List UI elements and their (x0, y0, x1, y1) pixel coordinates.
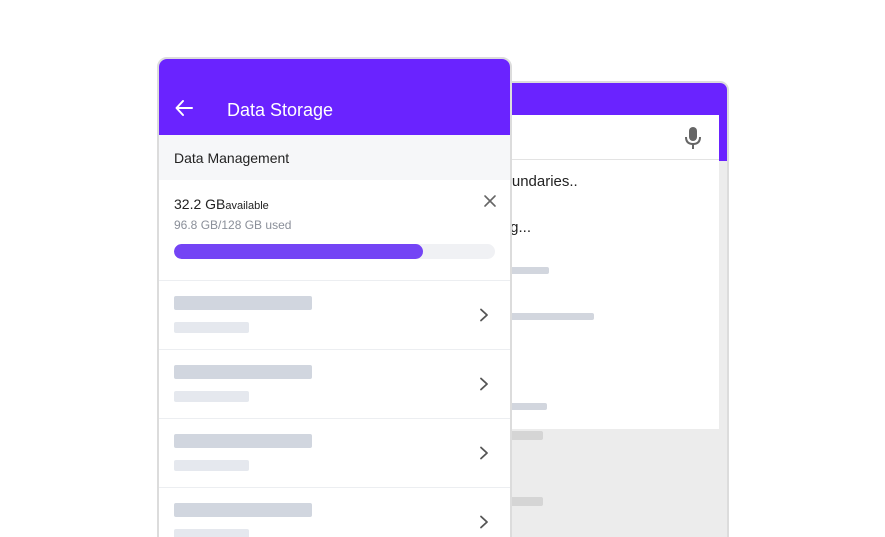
placeholder-title (174, 365, 312, 379)
placeholder-subtitle (174, 322, 249, 333)
available-label: available (225, 200, 269, 212)
back-arrow-icon[interactable] (175, 99, 193, 117)
placeholder-title (174, 503, 312, 517)
search-input[interactable] (486, 115, 719, 160)
search-screen-card: r boundaries.. rying... (484, 81, 729, 537)
storage-progress-fill (174, 244, 424, 259)
available-storage: 32.2 GBavailable (174, 196, 269, 212)
list-item[interactable] (159, 281, 510, 350)
available-value: 32.2 GB (174, 196, 226, 212)
data-storage-card: Data Storage Data Management 32.2 GBavai… (157, 57, 512, 537)
chevron-right-icon (480, 446, 488, 460)
page-title: Data Storage (227, 100, 334, 120)
chevron-right-icon (480, 377, 488, 391)
used-storage: 96.8 GB/128 GB used (174, 218, 292, 232)
app-header: Data Storage (159, 59, 510, 135)
search-results-panel: r boundaries.. rying... (486, 115, 719, 429)
list-item[interactable] (159, 419, 510, 488)
storage-summary: 32.2 GBavailable 96.8 GB/128 GB used (159, 180, 510, 281)
close-icon[interactable] (483, 194, 497, 208)
chevron-right-icon (480, 308, 488, 322)
section-title: Data Management (174, 150, 290, 166)
list-item[interactable] (159, 350, 510, 419)
placeholder-subtitle (174, 391, 249, 402)
placeholder-subtitle (174, 529, 249, 537)
chevron-right-icon (480, 515, 488, 529)
microphone-icon[interactable] (684, 127, 702, 149)
placeholder-title (174, 434, 312, 448)
list-item[interactable] (159, 488, 510, 537)
section-header: Data Management (159, 135, 510, 180)
placeholder-subtitle (174, 460, 249, 471)
placeholder-title (174, 296, 312, 310)
storage-progress-bar (174, 244, 495, 259)
